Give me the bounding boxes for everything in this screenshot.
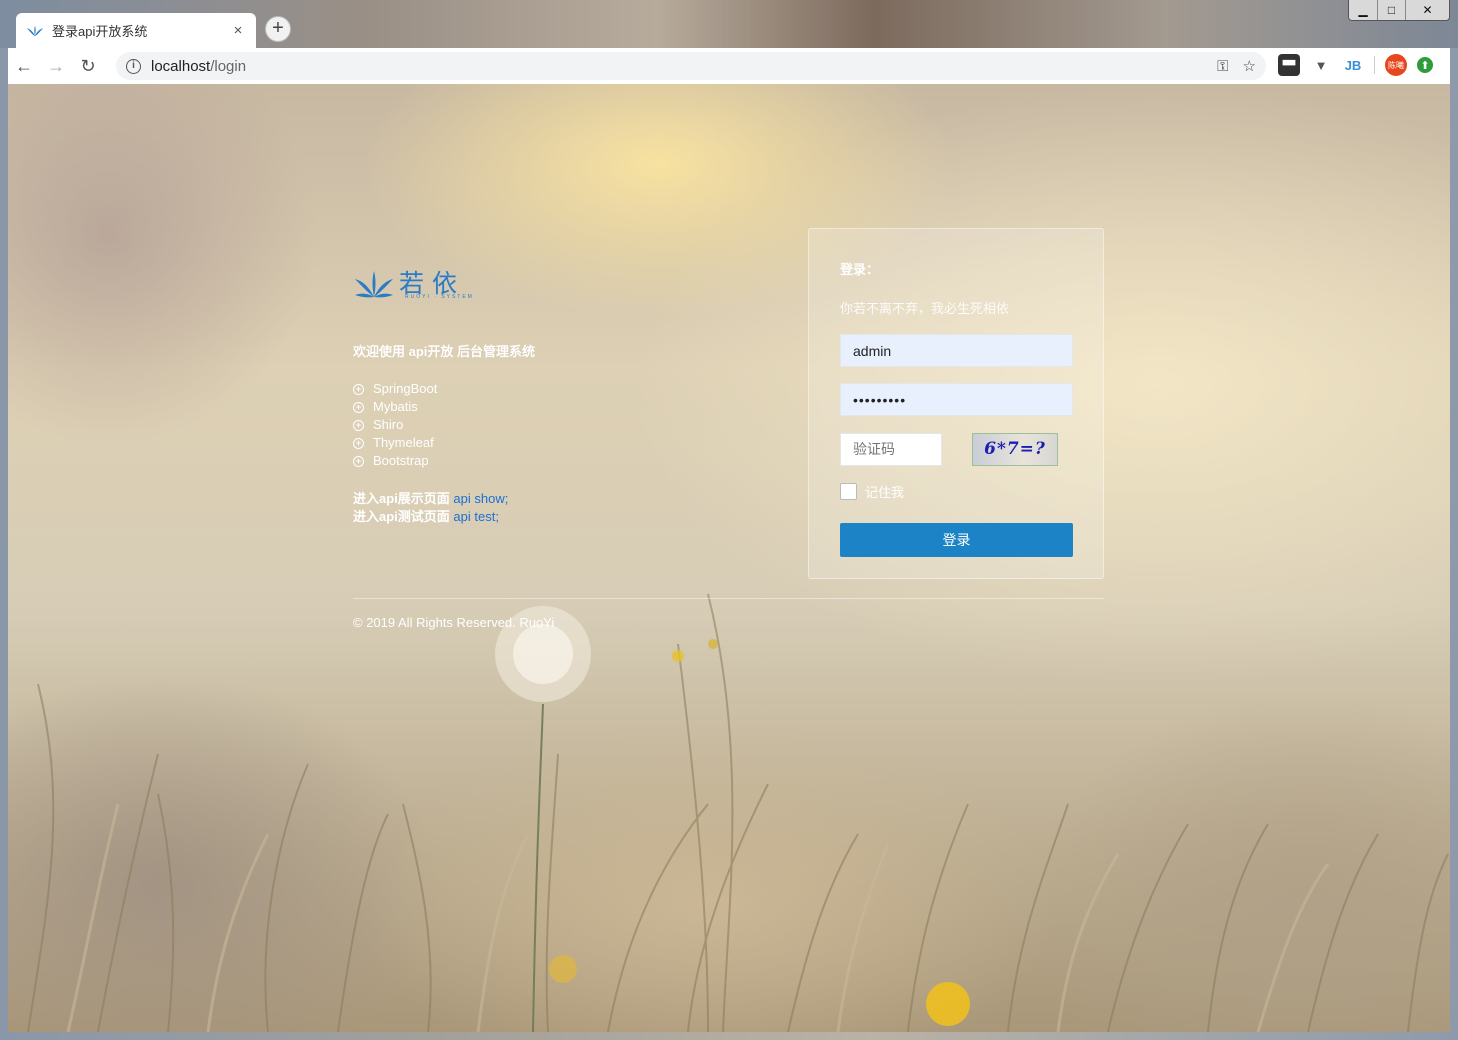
ruoyi-favicon-icon <box>26 25 44 36</box>
close-window-button[interactable]: ✕ <box>1405 0 1449 20</box>
list-item: + Shiro <box>353 416 653 434</box>
tab-close-icon[interactable]: × <box>230 22 246 39</box>
circle-plus-icon: + <box>353 383 364 395</box>
new-tab-button[interactable]: + <box>265 16 291 42</box>
profile-avatar[interactable]: 陈曦 <box>1385 54 1407 76</box>
vue-devtools-icon[interactable]: ▼ <box>1310 54 1332 76</box>
page-viewport: 若依 RUOYI · SYSTEM 欢迎使用 api开放 后台管理系统 + Spr… <box>8 84 1450 1032</box>
circle-plus-icon: + <box>353 419 364 431</box>
entry-links: 进入api展示页面 api show; 进入api测试页面 api test; <box>353 490 653 526</box>
ruoyi-logo-icon <box>355 271 393 298</box>
api-test-line: 进入api测试页面 api test; <box>353 508 653 526</box>
grass-background-image <box>27 593 1449 1032</box>
welcome-heading: 欢迎使用 api开放 后台管理系统 <box>353 344 536 359</box>
minimize-button[interactable]: ▁ <box>1349 0 1377 20</box>
list-item: + Bootstrap <box>353 452 653 470</box>
tech-label: SpringBoot <box>373 381 438 396</box>
username-input[interactable] <box>840 334 1073 367</box>
tech-stack-list: + SpringBoot + Mybatis + Shiro + Thymeleaf +… <box>353 380 653 470</box>
browser-window: 登录api开放系统 × + ▁ □ ✕ ← → ↻ i localhost/lo… <box>0 0 1458 1040</box>
captcha-image[interactable]: 6*7=? <box>972 432 1058 466</box>
window-controls: ▁ □ ✕ <box>1348 0 1450 21</box>
circle-plus-icon: + <box>353 401 364 413</box>
entry-prefix: 进入api测试页面 <box>353 509 454 524</box>
password-input[interactable] <box>840 383 1073 416</box>
login-button[interactable]: 登录 <box>840 523 1073 557</box>
list-item: + Mybatis <box>353 398 653 416</box>
circle-plus-icon: + <box>353 437 364 449</box>
list-item: + SpringBoot <box>353 380 653 398</box>
circle-plus-icon: + <box>353 455 364 467</box>
tech-label: Bootstrap <box>373 453 429 468</box>
browser-tab[interactable]: 登录api开放系统 × <box>16 13 256 48</box>
extensions-bar: ▀▀ ▼ JB 陈曦 ⬆ <box>1278 54 1443 76</box>
logo: 若依 RUOYI · SYSTEM <box>353 262 653 306</box>
login-title: 登录： <box>840 262 880 277</box>
list-item: + Thymeleaf <box>353 434 653 452</box>
tab-title: 登录api开放系统 <box>52 24 148 39</box>
captcha-input[interactable] <box>840 432 942 466</box>
copyright-footer: © 2019 All Rights Reserved. RuoYi <box>353 615 555 630</box>
login-form: 登录： 你若不离不弃，我必生死相依 6*7=? 记住我 登录 <box>808 228 1104 579</box>
remember-me[interactable]: 记住我 <box>840 481 1072 501</box>
remember-me-checkbox[interactable] <box>840 482 857 500</box>
browser-toolbar: ← → ↻ i localhost/login ⚿ ☆ ▀▀ ▼ JB 陈曦 ⬆ <box>8 48 1450 84</box>
key-icon[interactable]: ⚿ <box>1217 58 1228 75</box>
bookmark-star-icon[interactable]: ☆ <box>1243 57 1256 75</box>
tech-label: Shiro <box>373 417 404 432</box>
trello-extension-icon[interactable]: ▀▀ <box>1278 54 1300 76</box>
logo-subtext: RUOYI · SYSTEM <box>405 294 474 300</box>
entry-prefix: 进入api展示页面 <box>353 491 454 506</box>
back-button[interactable]: ← <box>8 50 40 82</box>
forward-button[interactable]: → <box>40 50 72 82</box>
intro-panel: 若依 RUOYI · SYSTEM 欢迎使用 api开放 后台管理系统 + Spr… <box>353 262 653 526</box>
url-path: /login <box>210 57 247 75</box>
dandelion-puff <box>495 606 591 1032</box>
api-show-line: 进入api展示页面 api show; <box>353 490 653 508</box>
address-bar[interactable]: i localhost/login ⚿ ☆ <box>116 52 1266 80</box>
remember-me-label: 记住我 <box>865 484 905 500</box>
login-subtitle: 你若不离不弃，我必生死相依 <box>840 301 1010 316</box>
jetbrains-extension-icon[interactable]: JB <box>1342 54 1364 76</box>
url-text[interactable]: localhost/login <box>151 58 1203 75</box>
update-arrow-icon[interactable]: ⬆ <box>1417 57 1433 73</box>
tech-label: Mybatis <box>373 399 418 414</box>
maximize-button[interactable]: □ <box>1377 0 1405 20</box>
tech-label: Thymeleaf <box>373 435 434 450</box>
api-show-link[interactable]: api show; <box>453 491 508 506</box>
reload-button[interactable]: ↻ <box>72 50 104 82</box>
captcha-row: 6*7=? <box>840 432 1072 466</box>
url-host: localhost <box>151 57 211 75</box>
tab-strip: 登录api开放系统 × + ▁ □ ✕ <box>0 0 1458 48</box>
site-info-icon[interactable]: i <box>126 58 141 74</box>
api-test-link[interactable]: api test; <box>453 509 499 524</box>
footer-divider <box>353 598 1104 599</box>
toolbar-divider <box>1374 56 1375 74</box>
